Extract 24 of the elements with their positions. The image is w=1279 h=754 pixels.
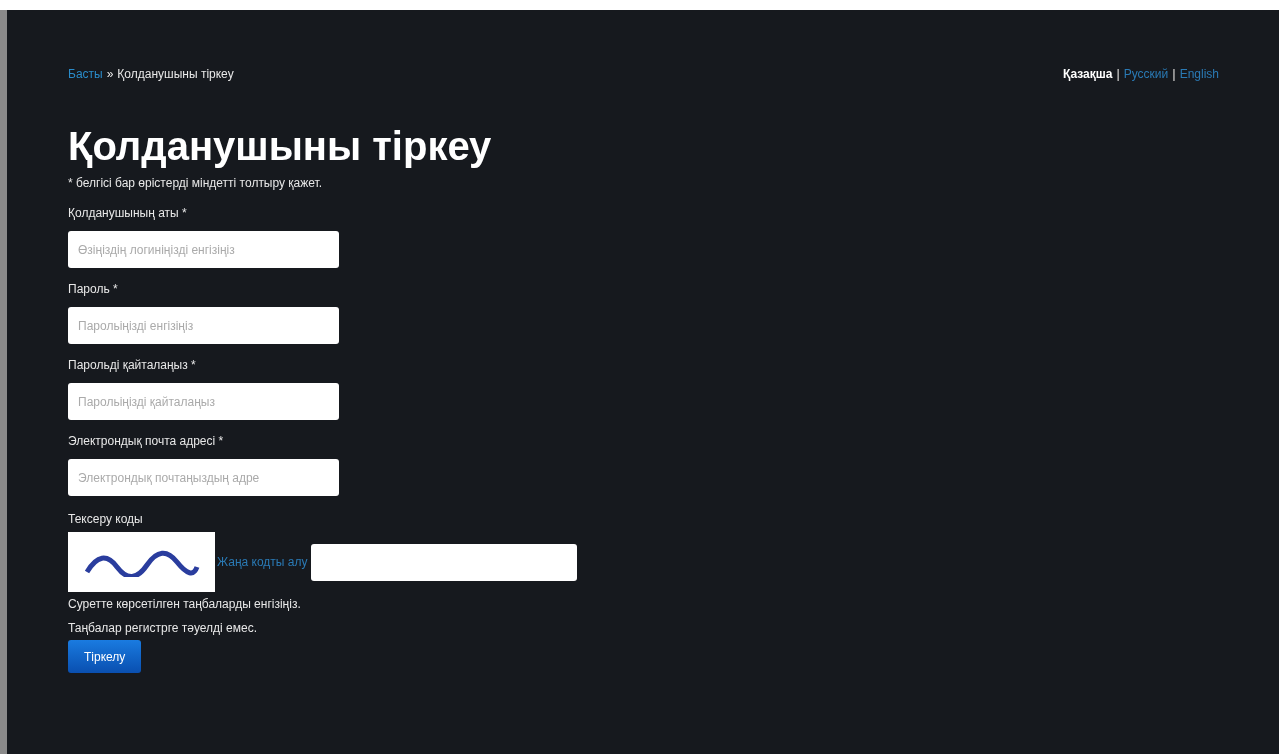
- field-label: Парольді қайталаңыз *: [68, 357, 197, 374]
- page-title: Қолданушыны тіркеу: [68, 123, 493, 170]
- input-field[interactable]: Парольіңізді енгізіңіз: [68, 307, 339, 344]
- refresh-code-link[interactable]: Жаңа кодты алу: [217, 553, 308, 571]
- language-link[interactable]: English: [1179, 65, 1219, 83]
- field-label: Электрондық почта адресі *: [68, 433, 225, 450]
- breadcrumb-link[interactable]: Басты: [68, 65, 103, 83]
- required-note: * белгісі бар өрістерді міндетті толтыру қажет.: [68, 175, 324, 192]
- captcha-input[interactable]: [311, 543, 578, 581]
- input-field[interactable]: Парольіңізді қайталаңыз: [68, 383, 339, 420]
- field-label: Тексеру коды: [68, 511, 144, 528]
- field-label: Пароль *: [68, 281, 119, 298]
- language-link[interactable]: Қазақша: [1063, 65, 1113, 83]
- input-field[interactable]: Электрондық почтаңыздың адре: [68, 459, 339, 496]
- language-separator: |: [1172, 66, 1176, 83]
- breadcrumb-current: Қолданушыны тіркеу: [117, 66, 234, 83]
- field-label: Қолданушының аты *: [68, 205, 188, 222]
- breadcrumb-separator: »: [106, 66, 114, 83]
- language-separator: |: [1116, 66, 1120, 83]
- captcha-hint: Таңбалар регистрге тәуелді емес.: [68, 620, 258, 637]
- language-link[interactable]: Русский: [1123, 65, 1169, 83]
- input-field[interactable]: Өзіңіздің логиніңізді енгізіңіз: [68, 231, 339, 268]
- captcha-hint: Суретте көрсетілген таңбаларды енгізіңіз.: [68, 596, 302, 613]
- register-button[interactable]: Тіркелу: [68, 640, 142, 673]
